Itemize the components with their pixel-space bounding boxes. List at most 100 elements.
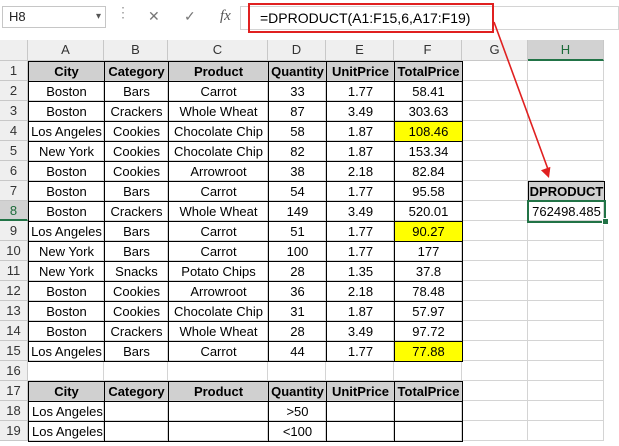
table-cell[interactable]: 90.27 (394, 221, 463, 242)
grid-cell[interactable] (528, 161, 604, 181)
table-header-cell[interactable]: Quantity (268, 61, 327, 82)
grid-cell[interactable] (394, 101, 462, 121)
grid-cell[interactable] (104, 421, 168, 441)
table-cell[interactable]: New York (28, 241, 105, 262)
grid-cell[interactable] (394, 161, 462, 181)
grid-cell[interactable] (168, 341, 268, 361)
grid-cell[interactable] (268, 261, 326, 281)
grid-cell[interactable] (462, 301, 528, 321)
grid-cell[interactable] (104, 341, 168, 361)
grid-cell[interactable] (462, 81, 528, 101)
table-cell[interactable]: 1.77 (326, 181, 395, 202)
spreadsheet-grid[interactable]: A B C D E F G H 1 2 3 4 5 6 7 8 9 10 11 12 13 14 15 16 17 18 19 Cit… (0, 0, 619, 446)
grid-cell[interactable] (394, 221, 462, 241)
row-header-9[interactable]: 9 (0, 221, 28, 241)
column-header-g[interactable]: G (462, 40, 528, 61)
grid-cell[interactable] (326, 161, 394, 181)
grid-cell[interactable] (268, 341, 326, 361)
grid-cell[interactable] (268, 221, 326, 241)
grid-cell[interactable] (326, 241, 394, 261)
table-cell[interactable]: 1.87 (326, 301, 395, 322)
grid-cell[interactable] (394, 321, 462, 341)
table-header-cell[interactable]: UnitPrice (326, 61, 395, 82)
table-cell[interactable]: 95.58 (394, 181, 463, 202)
grid-cell[interactable] (104, 401, 168, 421)
table-cell[interactable]: Chocolate Chip (168, 141, 269, 162)
table-cell[interactable]: Bars (104, 81, 169, 102)
grid-cell[interactable] (326, 281, 394, 301)
criteria-cell[interactable] (104, 401, 169, 422)
criteria-cell[interactable]: >50 (268, 401, 327, 422)
result-value-cell[interactable]: 762498.485 (528, 201, 605, 222)
grid-cell[interactable] (394, 121, 462, 141)
grid-cell[interactable] (528, 301, 604, 321)
grid-cell[interactable] (104, 321, 168, 341)
grid-cell[interactable] (462, 341, 528, 361)
grid-cell[interactable] (268, 281, 326, 301)
table-cell[interactable]: Whole Wheat (168, 201, 269, 222)
grid-cell[interactable] (326, 341, 394, 361)
grid-cell[interactable] (28, 401, 104, 421)
grid-cell[interactable] (462, 101, 528, 121)
table-cell[interactable]: 108.46 (394, 121, 463, 142)
table-header-cell[interactable]: TotalPrice (394, 61, 463, 82)
column-header-b[interactable]: B (104, 40, 168, 61)
table-cell[interactable]: 1.77 (326, 341, 395, 362)
table-cell[interactable]: Bars (104, 221, 169, 242)
table-cell[interactable]: 100 (268, 241, 327, 262)
grid-cell[interactable] (268, 141, 326, 161)
grid-cell[interactable] (104, 381, 168, 401)
grid-cell[interactable] (394, 381, 462, 401)
grid-cell[interactable] (394, 281, 462, 301)
grid-cell[interactable] (168, 401, 268, 421)
table-cell[interactable]: Arrowroot (168, 281, 269, 302)
table-cell[interactable]: Los Angeles (28, 221, 105, 242)
column-header-e[interactable]: E (326, 40, 394, 61)
criteria-cell[interactable]: Los Angeles (28, 401, 105, 422)
table-cell[interactable]: Boston (28, 201, 105, 222)
grid-cell[interactable] (462, 401, 528, 421)
grid-cell[interactable] (462, 281, 528, 301)
grid-cell[interactable] (462, 321, 528, 341)
grid-cell[interactable] (326, 81, 394, 101)
grid-cell[interactable] (528, 321, 604, 341)
grid-cell[interactable] (326, 421, 394, 441)
table-cell[interactable]: Carrot (168, 241, 269, 262)
table-cell[interactable]: 97.72 (394, 321, 463, 342)
table-cell[interactable]: 57.97 (394, 301, 463, 322)
grid-cell[interactable] (528, 101, 604, 121)
table-cell[interactable]: 153.34 (394, 141, 463, 162)
table-cell[interactable]: Crackers (104, 101, 169, 122)
table-cell[interactable]: Los Angeles (28, 121, 105, 142)
row-header-2[interactable]: 2 (0, 81, 28, 101)
table-cell[interactable]: 28 (268, 321, 327, 342)
row-header-12[interactable]: 12 (0, 281, 28, 301)
grid-cell[interactable] (462, 241, 528, 261)
grid-cell[interactable] (268, 201, 326, 221)
table-cell[interactable]: Boston (28, 181, 105, 202)
grid-cell[interactable] (528, 61, 604, 81)
table-cell[interactable]: Chocolate Chip (168, 301, 269, 322)
grid-cell[interactable] (394, 61, 462, 81)
formula-input[interactable]: =DPRODUCT(A1:F15,6,A17:F19) (248, 3, 494, 33)
column-header-f[interactable]: F (394, 40, 462, 61)
column-header-h[interactable]: H (528, 40, 604, 61)
table-cell[interactable]: New York (28, 141, 105, 162)
grid-cell[interactable] (326, 401, 394, 421)
grid-cell[interactable] (268, 81, 326, 101)
table-cell[interactable]: Cookies (104, 161, 169, 182)
criteria-header-cell[interactable]: TotalPrice (394, 381, 463, 402)
column-header-c[interactable]: C (168, 40, 268, 61)
grid-cell[interactable] (394, 241, 462, 261)
grid-cell[interactable] (268, 121, 326, 141)
grid-cell[interactable] (394, 81, 462, 101)
table-cell[interactable]: 78.48 (394, 281, 463, 302)
grid-cell[interactable] (28, 281, 104, 301)
grid-cell[interactable] (394, 181, 462, 201)
table-cell[interactable]: 177 (394, 241, 463, 262)
row-header-4[interactable]: 4 (0, 121, 28, 141)
grid-cell[interactable] (268, 181, 326, 201)
row-header-15[interactable]: 15 (0, 341, 28, 361)
grid-cell[interactable] (326, 121, 394, 141)
grid-cell[interactable] (104, 61, 168, 81)
